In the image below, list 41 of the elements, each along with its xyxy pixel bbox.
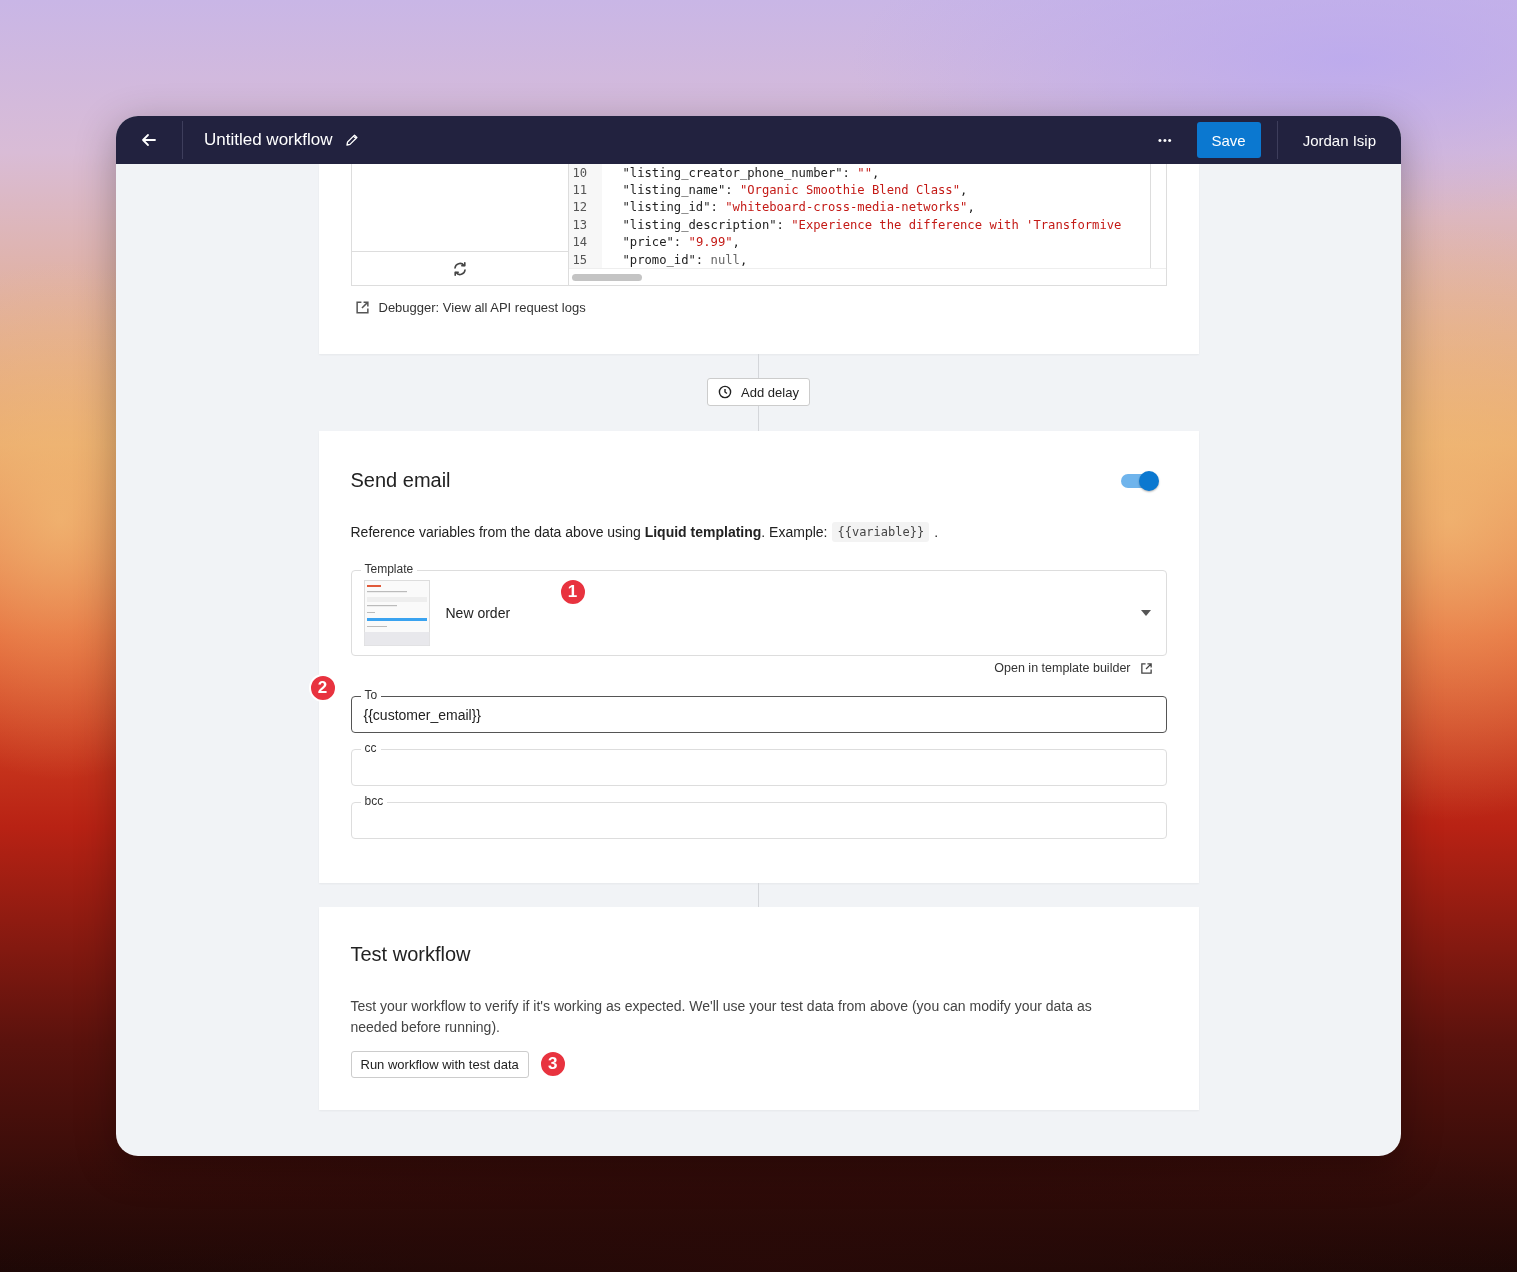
debugger-link[interactable]: Debugger: View all API request logs xyxy=(378,300,586,315)
toggle-switch[interactable] xyxy=(1120,473,1157,488)
description-text: Test your workflow to verify if it's working as expected. We'll use your test data from above (you can modify your data as needed before running). xyxy=(350,997,1093,1037)
save-button[interactable]: Save xyxy=(1196,122,1261,158)
code-example: {{variable}} xyxy=(832,522,930,542)
code-line: "listing_id": "whiteboard-cross-media-networks", xyxy=(621,200,975,215)
period-text: . xyxy=(934,524,939,540)
dropdown-caret-icon xyxy=(1140,610,1151,616)
external-link-icon xyxy=(354,300,370,315)
code-line: "listing_name": "Organic Smoothie Blend Class", xyxy=(621,183,968,198)
code-line: "listing_description": "Experience the difference with 'Transformive xyxy=(621,217,1122,232)
description-text: Reference variables from the data above using Liquid templating. Example: xyxy=(350,524,828,540)
add-delay-button[interactable]: Add delay xyxy=(707,378,810,406)
code-line: "promo_id": null, xyxy=(621,252,748,267)
timer-icon xyxy=(718,385,733,399)
back-arrow-icon xyxy=(141,132,157,148)
template-thumbnail xyxy=(363,580,430,646)
template-builder-link[interactable]: Open in template builder xyxy=(994,661,1131,675)
pencil-icon[interactable] xyxy=(344,133,359,147)
line-number: 13 xyxy=(568,216,602,234)
section-title: Send email xyxy=(350,469,451,492)
code-line: "listing_creator_phone_number": "", xyxy=(621,165,880,180)
step-marker: 3 xyxy=(538,1050,567,1078)
field-label: Template xyxy=(360,562,418,577)
refresh-icon[interactable] xyxy=(451,260,468,277)
input-field[interactable]: To {{customer_email}} xyxy=(350,688,1167,733)
code-line: "price": "9.99", xyxy=(621,235,740,250)
input-field[interactable]: cc xyxy=(350,741,1167,786)
line-number: 10 xyxy=(568,164,602,182)
more-button[interactable]: ••• xyxy=(1148,128,1183,152)
workflow-title: Untitled workflow xyxy=(204,130,333,150)
step-marker: 1 xyxy=(558,578,587,606)
section-title: Test workflow xyxy=(350,943,471,965)
input-field[interactable]: bcc xyxy=(350,794,1167,839)
scrollbar-thumb[interactable] xyxy=(571,273,642,281)
external-link-icon xyxy=(1139,661,1153,675)
line-number: 11 xyxy=(568,181,602,199)
template-value: New order xyxy=(445,605,511,621)
user-menu[interactable]: Jordan Isip xyxy=(1277,116,1401,164)
step-marker: 2 xyxy=(308,674,337,702)
run-workflow-button[interactable]: Run workflow with test data xyxy=(350,1050,529,1078)
